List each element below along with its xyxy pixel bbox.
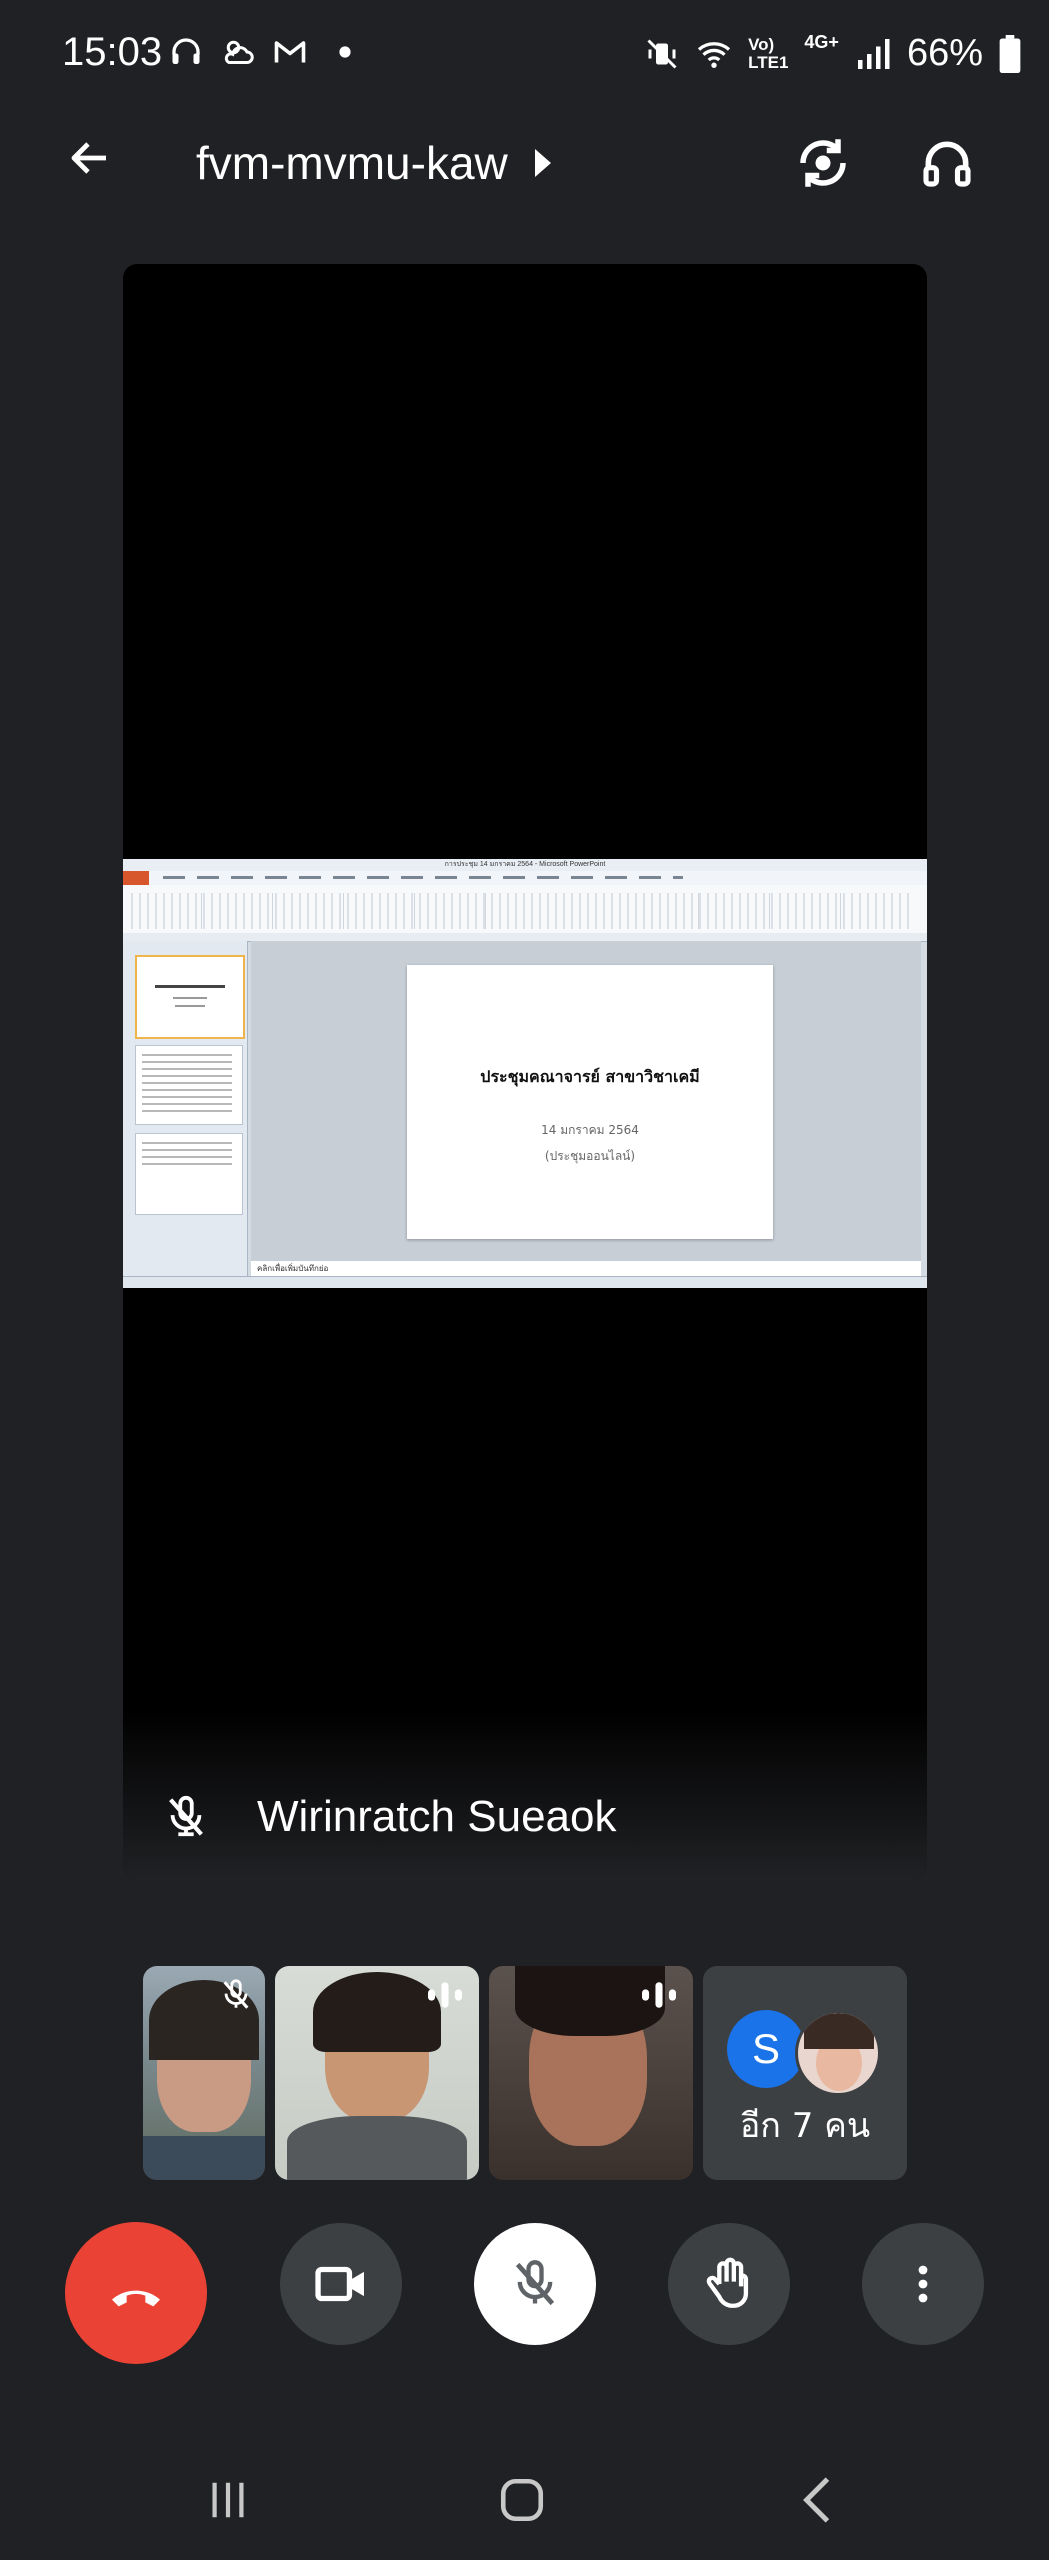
slide-thumbnail	[135, 955, 245, 1039]
signal-icon	[857, 38, 890, 69]
volte-label: Vo) LTE1	[748, 34, 789, 72]
shared-screen: การประชุม 14 มกราคม 2564 - Microsoft Pow…	[123, 859, 927, 1288]
thumb-text-lines	[142, 1142, 232, 1168]
main-video-tile[interactable]: การประชุม 14 มกราคม 2564 - Microsoft Pow…	[123, 264, 927, 1878]
meeting-code: fvm-mvmu-kaw	[196, 137, 508, 189]
volte-top: Vo)	[748, 34, 775, 54]
participant-tile-2[interactable]	[275, 1966, 479, 2180]
more-participants-tile[interactable]: S อีก 7 คน	[703, 1966, 907, 2180]
more-participants-label: อีก 7 คน	[739, 2106, 871, 2146]
ppt-status-bar	[123, 1276, 927, 1288]
speaking-indicator-icon	[642, 1982, 676, 2008]
status-time: 15:03	[62, 30, 163, 74]
recent-apps-button[interactable]	[183, 2460, 273, 2540]
mic-off-icon	[169, 1795, 203, 1837]
slide-note: (ประชุมออนไลน์)	[544, 1149, 636, 1163]
status-left-icons	[168, 34, 352, 70]
thumb-text-line	[173, 997, 207, 999]
weather-icon	[224, 40, 254, 64]
mic-toggle-button[interactable]	[474, 2223, 596, 2345]
participant-tile-3[interactable]	[489, 1966, 693, 2180]
audio-output-button[interactable]	[912, 128, 982, 198]
dot-icon	[339, 46, 351, 58]
slide-date: 14 มกราคม 2564	[541, 1123, 639, 1137]
caret-right-icon	[534, 149, 551, 177]
hang-up-button[interactable]	[65, 2222, 207, 2364]
ppt-slide-pane	[123, 941, 248, 1276]
home-button[interactable]	[477, 2460, 567, 2540]
ppt-file-tab	[123, 871, 149, 885]
battery-percent: 66%	[906, 32, 983, 74]
presenter-label: Wirinratch Sueaok	[163, 1792, 616, 1842]
mic-off-icon	[515, 2260, 555, 2306]
vibrate-mute-icon	[647, 38, 677, 69]
ppt-ribbon	[123, 885, 927, 942]
speaking-indicator-icon	[428, 1982, 462, 2008]
avatar-hair	[804, 2013, 874, 2049]
more-options-button[interactable]	[862, 2223, 984, 2345]
ppt-tab-labels	[163, 876, 683, 879]
avatar: S	[727, 2010, 805, 2088]
presenter-name: Wirinratch Sueaok	[257, 1792, 617, 1841]
ppt-notes-bar: คลิกเพื่อเพิ่มบันทึกย่อ	[251, 1261, 921, 1277]
ppt-ribbon-tabs	[123, 871, 927, 886]
home-icon	[500, 2478, 544, 2522]
raise-hand-icon	[706, 2257, 749, 2308]
volte-bottom: LTE1	[748, 52, 789, 72]
switch-camera-button[interactable]	[788, 128, 858, 198]
call-end-icon	[112, 2290, 160, 2307]
recent-apps-icon	[212, 2482, 244, 2518]
thumb-text-line	[175, 1005, 205, 1007]
headphones-icon	[923, 141, 971, 187]
avatar-photo	[795, 2010, 881, 2096]
ppt-ribbon-footer	[123, 933, 927, 941]
gmail-icon	[274, 41, 306, 63]
more-vert-icon	[918, 2265, 928, 2303]
participant-shirt	[143, 2136, 265, 2180]
nav-back-icon	[803, 2477, 830, 2523]
meeting-title-button[interactable]: fvm-mvmu-kaw	[196, 136, 554, 190]
thumb-title-line	[155, 985, 225, 988]
status-right: Vo) LTE1 4G+ 66%	[644, 32, 1021, 75]
participant-shirt	[287, 2116, 467, 2180]
slide-thumbnail	[135, 1133, 243, 1215]
back-button[interactable]	[60, 128, 120, 188]
camera-toggle-button[interactable]	[280, 2223, 402, 2345]
battery-icon	[999, 34, 1021, 73]
thumb-text-lines	[142, 1054, 232, 1116]
wifi-icon	[697, 41, 731, 68]
headphones-icon	[172, 38, 200, 64]
switch-camera-icon	[800, 139, 846, 187]
mobile-gen-label: 4G+	[804, 32, 839, 52]
arrow-back-icon	[71, 142, 106, 174]
slide-thumbnail	[135, 1045, 243, 1125]
ppt-window-title: การประชุม 14 มกราคม 2564 - Microsoft Pow…	[123, 859, 927, 871]
ppt-ribbon-tools	[131, 893, 911, 929]
raise-hand-button[interactable]	[668, 2223, 790, 2345]
current-slide: ประชุมคณาจารย์ สาขาวิชาเคมี 14 มกราคม 25…	[407, 965, 773, 1239]
nav-back-button[interactable]	[772, 2460, 862, 2540]
participant-hair	[313, 1972, 441, 2052]
slide-title: ประชุมคณาจารย์ สาขาวิชาเคมี	[480, 1067, 700, 1086]
mic-off-icon	[223, 1979, 249, 2009]
videocam-icon	[315, 2266, 364, 2302]
participant-tile-1[interactable]	[143, 1966, 265, 2180]
